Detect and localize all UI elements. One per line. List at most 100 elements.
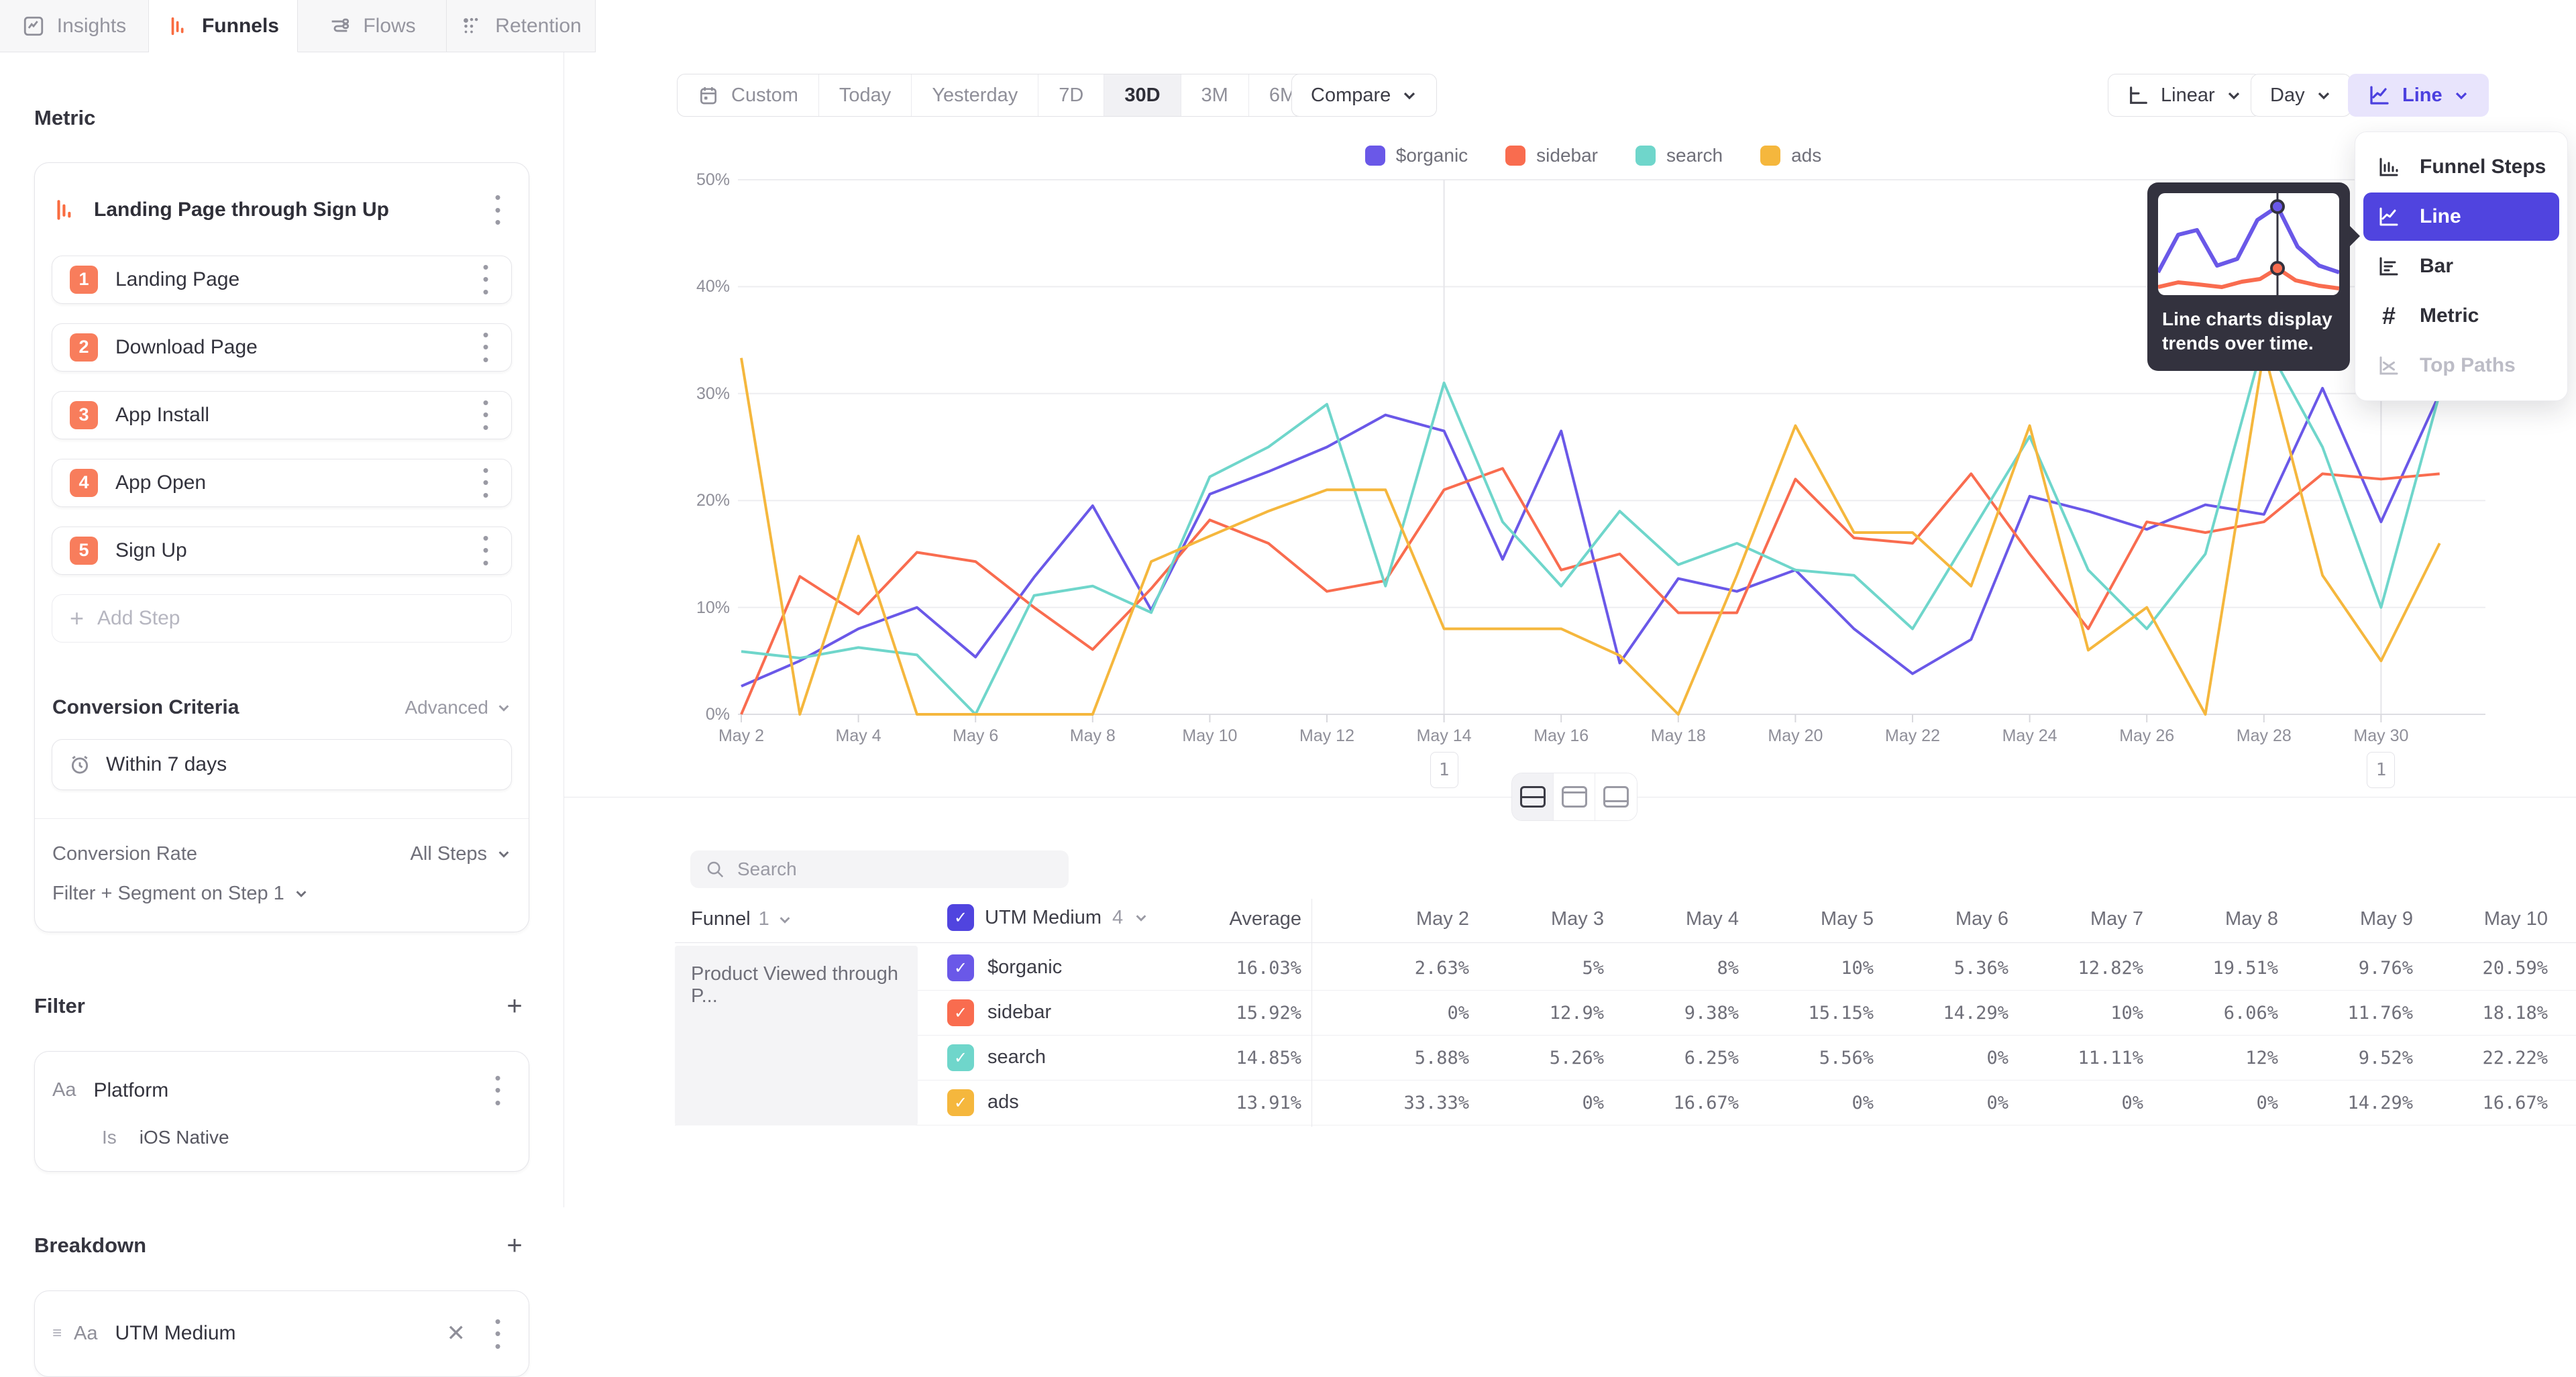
chevron-down-icon	[496, 846, 511, 861]
range-custom[interactable]: Custom	[678, 74, 819, 116]
tooltip-arrow	[2349, 225, 2360, 247]
filter-card[interactable]: Aa Platform Is iOS Native	[34, 1051, 529, 1172]
step-number-badge: 4	[70, 469, 98, 497]
funnels-icon	[167, 15, 190, 38]
menu-item-bar[interactable]: Bar	[2363, 242, 2559, 290]
tab-insights[interactable]: Insights	[0, 0, 149, 52]
breakdown-column-dropdown[interactable]: ✓ UTM Medium 4	[947, 904, 1148, 931]
menu-item-funnel-steps[interactable]: Funnel Steps	[2363, 143, 2559, 191]
filter-value[interactable]: iOS Native	[140, 1127, 229, 1148]
chart-view-icon	[1562, 786, 1587, 808]
breakdown-card[interactable]: ≡ Aa UTM Medium ✕	[34, 1290, 529, 1377]
remove-breakdown-icon[interactable]: ✕	[447, 1320, 466, 1347]
x-axis-tick-label: May 16	[1507, 726, 1615, 746]
series-checkbox[interactable]: ✓	[947, 999, 974, 1026]
funnel-step-row[interactable]: 5Sign Up	[52, 527, 512, 575]
range-3m[interactable]: 3M	[1181, 74, 1249, 116]
table-view-button[interactable]	[1595, 773, 1637, 820]
x-axis-tick-label: May 2	[688, 726, 795, 746]
conversion-rate-dropdown[interactable]: All Steps	[411, 843, 511, 865]
funnel-steps-icon	[2375, 155, 2402, 179]
annotation-marker[interactable]: 1	[2367, 752, 2395, 788]
funnel-metric-icon	[52, 197, 78, 223]
series-checkbox[interactable]: ✓	[947, 954, 974, 981]
tab-funnels[interactable]: Funnels	[149, 0, 298, 52]
annotation-marker[interactable]: 1	[1430, 752, 1458, 788]
step-kebab-icon[interactable]	[472, 261, 499, 298]
step-kebab-icon[interactable]	[472, 329, 499, 366]
range-label: Today	[839, 85, 891, 107]
chevron-down-icon	[2226, 87, 2242, 103]
split-view-button[interactable]	[1512, 773, 1554, 820]
range-7d[interactable]: 7D	[1038, 74, 1104, 116]
y-axis-tick-label: 50%	[623, 170, 730, 190]
range-30d[interactable]: 30D	[1104, 74, 1181, 116]
chart-view-button[interactable]	[1554, 773, 1595, 820]
chevron-down-icon	[294, 886, 309, 901]
chevron-down-icon	[2453, 87, 2469, 103]
plus-icon: +	[70, 604, 84, 632]
scale-dropdown[interactable]: Linear	[2108, 74, 2261, 117]
conversion-window-button[interactable]: Within 7 days	[52, 739, 512, 790]
date-range-control: CustomTodayYesterday7D30D3M6M12M	[677, 74, 1396, 117]
granularity-dropdown[interactable]: Day	[2251, 74, 2351, 117]
series-value: 22.22%	[2414, 1048, 2548, 1068]
filter-segment-dropdown[interactable]: Filter + Segment on Step 1	[35, 871, 529, 932]
series-ads[interactable]	[741, 351, 2440, 714]
metric-title: Landing Page through Sign Up	[94, 199, 484, 221]
series-value: 16.67%	[2414, 1093, 2548, 1113]
funnel-step-row[interactable]: 2Download Page	[52, 323, 512, 372]
range-today[interactable]: Today	[819, 74, 912, 116]
advanced-dropdown[interactable]: Advanced	[405, 697, 511, 718]
chart-type-dropdown[interactable]: Line	[2348, 74, 2489, 117]
series-checkbox[interactable]: ✓	[947, 1044, 974, 1071]
step-label: App Install	[115, 404, 472, 427]
menu-item-line[interactable]: Line	[2363, 192, 2559, 241]
x-axis-tick-label: May 20	[1741, 726, 1849, 746]
breakdown-checkbox[interactable]: ✓	[947, 904, 974, 931]
series-search[interactable]	[741, 340, 2440, 714]
step-kebab-icon[interactable]	[472, 532, 499, 569]
filter-kebab-icon[interactable]	[484, 1072, 511, 1109]
report-type-tabs: Insights Funnels Flows Retention	[0, 0, 596, 52]
compare-button[interactable]: Compare	[1291, 74, 1437, 117]
funnel-step-row[interactable]: 3App Install	[52, 391, 512, 439]
table-search	[690, 850, 1069, 888]
table-row: ✓sidebar15.92%0%12.9%9.38%15.15%14.29%10…	[675, 991, 2576, 1036]
step-kebab-icon[interactable]	[472, 396, 499, 434]
series-checkbox[interactable]: ✓	[947, 1089, 974, 1116]
series-value: 8%	[1605, 958, 1739, 979]
search-input[interactable]	[737, 859, 1054, 880]
add-filter-button[interactable]: +	[500, 991, 529, 1022]
tab-label: Flows	[363, 15, 415, 38]
metric-kebab-icon[interactable]	[484, 191, 511, 229]
series-value: 12.9%	[1470, 1003, 1604, 1024]
series-value: 0%	[2144, 1093, 2278, 1113]
tab-retention[interactable]: Retention	[447, 0, 596, 52]
range-yesterday[interactable]: Yesterday	[912, 74, 1038, 116]
series-value: 5.26%	[1470, 1048, 1604, 1068]
clock-icon	[68, 753, 91, 776]
add-step-button[interactable]: + Add Step	[52, 594, 512, 643]
filter-operator[interactable]: Is	[102, 1127, 117, 1148]
x-axis-tick-label: May 4	[805, 726, 912, 746]
drag-handle-icon[interactable]: ≡	[52, 1324, 62, 1343]
filter-segment-label: Filter + Segment on Step 1	[52, 883, 284, 905]
x-axis-tick-label: May 8	[1039, 726, 1146, 746]
series-name: $organic	[987, 956, 1062, 979]
step-kebab-icon[interactable]	[472, 464, 499, 502]
view-layout-toggle	[1511, 773, 1638, 821]
funnel-step-row[interactable]: 4 App Open	[52, 459, 512, 507]
y-axis-tick-label: 40%	[623, 277, 730, 296]
funnel-step-row[interactable]: 1Landing Page	[52, 256, 512, 304]
tab-flows[interactable]: Flows	[298, 0, 447, 52]
menu-item-label: Funnel Steps	[2420, 156, 2546, 178]
step-label: App Open	[115, 472, 472, 494]
breakdown-kebab-icon[interactable]	[484, 1315, 511, 1353]
add-breakdown-button[interactable]: +	[500, 1231, 529, 1261]
funnel-step-cell[interactable]: Product Viewed through P...	[675, 946, 918, 1125]
menu-item-metric[interactable]: #Metric	[2363, 292, 2559, 340]
y-axis-tick-label: 20%	[623, 491, 730, 510]
funnel-column-dropdown[interactable]: Funnel 1	[691, 908, 792, 930]
step-label: Landing Page	[115, 268, 472, 291]
